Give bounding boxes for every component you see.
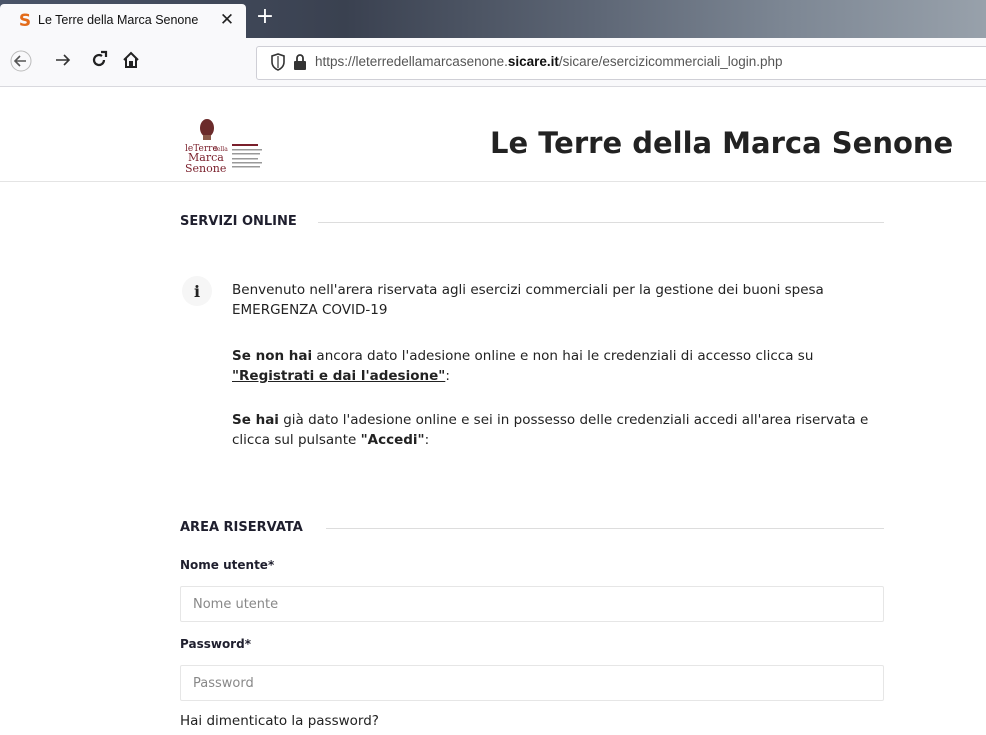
navigation-toolbar: https://leterredellamarcasenone.sicare.i… [0,38,986,87]
header-divider [0,181,986,182]
username-label: Nome utente* [180,558,275,572]
section-divider [326,528,884,529]
section-divider [318,222,884,223]
welcome-text: Benvenuto nell'arera riservata agli eser… [232,282,824,318]
accedi-reference: "Accedi" [360,432,425,448]
shield-icon[interactable] [271,53,285,71]
site-favicon-icon: S [18,11,32,31]
close-tab-icon[interactable]: ✕ [216,9,238,31]
register-link[interactable]: "Registrati e dai l'adesione" [232,368,445,384]
username-input[interactable] [180,586,884,622]
site-logo[interactable]: leTerre della Marca Senone [184,116,284,178]
svg-text:Senone: Senone [185,162,226,175]
lock-icon[interactable] [293,54,307,70]
password-label: Password* [180,637,251,651]
forward-icon[interactable] [50,50,76,74]
password-input[interactable] [180,665,884,701]
emphasis-text: Se non hai [232,348,313,364]
new-tab-button[interactable]: + [254,6,276,28]
tab-strip: S Le Terre della Marca Senone ✕ + [0,0,986,38]
area-riservata-heading: AREA RISERVATA [180,520,303,535]
back-icon[interactable] [8,50,34,74]
emphasis-text: Se hai [232,412,279,428]
site-title: Le Terre della Marca Senone [490,126,954,160]
info-icon: i [182,276,212,306]
browser-tab[interactable]: S Le Terre della Marca Senone ✕ [0,4,246,38]
login-instructions: Se hai già dato l'adesione online e sei … [232,412,869,448]
servizi-online-heading: SERVIZI ONLINE [180,214,297,229]
tab-title: Le Terre della Marca Senone [38,13,199,27]
registration-instructions: Se non hai ancora dato l'adesione online… [232,348,814,384]
reload-icon[interactable] [86,50,112,74]
url-text: https://leterredellamarcasenone.sicare.i… [315,54,783,69]
address-bar[interactable]: https://leterredellamarcasenone.sicare.i… [256,46,986,80]
home-icon[interactable] [118,50,144,74]
forgot-password-link[interactable]: Hai dimenticato la password? [180,713,379,729]
